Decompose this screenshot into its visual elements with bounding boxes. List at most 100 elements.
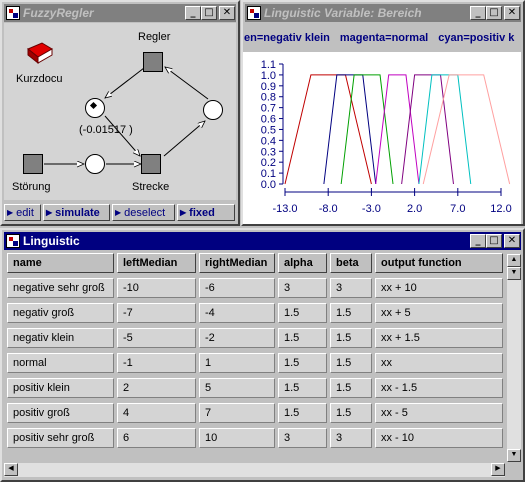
- table-cell[interactable]: -2: [199, 328, 275, 348]
- column-header-alpha[interactable]: alpha: [278, 253, 327, 273]
- column-header-rightmedian[interactable]: rightMedian: [199, 253, 275, 273]
- column-header-output-function[interactable]: output function: [375, 253, 503, 273]
- table-row[interactable]: positiv groß 4 7 1.5 1.5 xx - 5: [7, 403, 503, 423]
- feedback-circle-node[interactable]: [203, 100, 223, 120]
- edit-button[interactable]: ▶ edit: [4, 204, 41, 221]
- table-cell[interactable]: positiv groß: [7, 403, 114, 423]
- scroll-up-icon[interactable]: ▲: [507, 254, 521, 267]
- table-cell[interactable]: positiv klein: [7, 378, 114, 398]
- table-cell[interactable]: -7: [117, 303, 196, 323]
- scroll-down-icon[interactable]: ▼: [507, 267, 521, 280]
- minimize-button[interactable]: _: [470, 234, 486, 248]
- series-line: [284, 74, 372, 185]
- sum-circle-node[interactable]: [85, 154, 105, 174]
- table-cell[interactable]: 1.5: [330, 378, 372, 398]
- maximize-button[interactable]: □: [201, 6, 217, 20]
- table-cell[interactable]: xx + 10: [375, 278, 503, 298]
- maximize-button[interactable]: □: [486, 6, 502, 20]
- fuzzy-regler-window: FuzzyRegler _ □ ✕ Kurzdocu Regler (-0.01…: [0, 0, 240, 226]
- table-cell[interactable]: 3: [278, 278, 327, 298]
- regler-node[interactable]: [143, 52, 163, 72]
- close-button[interactable]: ✕: [504, 234, 520, 248]
- minimize-button[interactable]: _: [470, 6, 486, 20]
- table-cell[interactable]: 1.5: [330, 303, 372, 323]
- table-cell[interactable]: negativ groß: [7, 303, 114, 323]
- table-cell[interactable]: 10: [199, 428, 275, 448]
- table-cell[interactable]: 7: [199, 403, 275, 423]
- table-cell[interactable]: xx - 1.5: [375, 378, 503, 398]
- close-button[interactable]: ✕: [219, 6, 235, 20]
- table-cell[interactable]: 6: [117, 428, 196, 448]
- horizontal-scrollbar[interactable]: ◀ ▶: [4, 463, 505, 477]
- table-cell[interactable]: normal: [7, 353, 114, 373]
- regler-label: Regler: [138, 31, 171, 43]
- value-label: (-0.01517 ): [79, 124, 133, 136]
- scroll-down-icon[interactable]: ▼: [507, 449, 521, 462]
- table-cell[interactable]: positiv sehr groß: [7, 428, 114, 448]
- table-cell[interactable]: 1.5: [278, 303, 327, 323]
- table-row[interactable]: positiv sehr groß 6 10 3 3 xx - 10: [7, 428, 503, 448]
- maximize-button[interactable]: □: [486, 234, 502, 248]
- column-header-beta[interactable]: beta: [330, 253, 372, 273]
- x-tick-label: -13.0: [272, 203, 297, 215]
- minimize-button[interactable]: _: [185, 6, 201, 20]
- table-row[interactable]: normal -1 1 1.5 1.5 xx: [7, 353, 503, 373]
- table-cell[interactable]: xx - 5: [375, 403, 503, 423]
- table-cell[interactable]: 1.5: [330, 353, 372, 373]
- table-cell[interactable]: xx - 10: [375, 428, 503, 448]
- x-tick-label: 12.0: [490, 203, 511, 215]
- column-header-name[interactable]: name: [7, 253, 114, 273]
- deselect-button[interactable]: ▶ deselect: [112, 204, 175, 221]
- vertical-scrollbar[interactable]: ▲ ▼ ▼: [507, 254, 521, 462]
- simulate-button[interactable]: ▶ simulate: [43, 204, 110, 221]
- table-cell[interactable]: xx: [375, 353, 503, 373]
- table-row[interactable]: negativ groß -7 -4 1.5 1.5 xx + 5: [7, 303, 503, 323]
- table-cell[interactable]: 1.5: [278, 403, 327, 423]
- table-cell[interactable]: 1.5: [330, 328, 372, 348]
- app-icon: [6, 234, 20, 248]
- column-header-leftmedian[interactable]: leftMedian: [117, 253, 196, 273]
- table-cell[interactable]: 1.5: [278, 328, 327, 348]
- table-cell[interactable]: -6: [199, 278, 275, 298]
- play-icon: ▶: [180, 208, 187, 217]
- stoerung-node[interactable]: [23, 154, 43, 174]
- table-cell[interactable]: -1: [117, 353, 196, 373]
- table-cell[interactable]: -5: [117, 328, 196, 348]
- table-row[interactable]: positiv klein 2 5 1.5 1.5 xx - 1.5: [7, 378, 503, 398]
- table-cell[interactable]: 3: [278, 428, 327, 448]
- table-cell[interactable]: 2: [117, 378, 196, 398]
- y-tick-label: 0.0: [261, 179, 276, 191]
- table-cell[interactable]: 5: [199, 378, 275, 398]
- scroll-right-icon[interactable]: ▶: [491, 463, 505, 476]
- close-button[interactable]: ✕: [504, 6, 520, 20]
- app-icon: [6, 6, 20, 20]
- book-icon[interactable]: [26, 41, 54, 67]
- chart-area: 1.1 1.0 0.9 0.8 0.7 0.6 0.5 0.4 0.3 0.2 0.1 0.0 -13.…: [243, 52, 521, 224]
- scroll-left-icon[interactable]: ◀: [4, 463, 18, 476]
- table-cell[interactable]: 1.5: [278, 353, 327, 373]
- play-icon: ▶: [115, 208, 122, 217]
- table-row[interactable]: negativ klein -5 -2 1.5 1.5 xx + 1.5: [7, 328, 503, 348]
- strecke-node[interactable]: [141, 154, 161, 174]
- table-cell[interactable]: negativ klein: [7, 328, 114, 348]
- table-cell[interactable]: -4: [199, 303, 275, 323]
- fuzzy-regler-titlebar[interactable]: FuzzyRegler _ □ ✕: [4, 4, 236, 22]
- fixed-button[interactable]: ▶ fixed: [177, 204, 235, 221]
- table-cell[interactable]: 3: [330, 278, 372, 298]
- series-line: [422, 74, 511, 185]
- point-node[interactable]: [85, 98, 105, 118]
- diagram-canvas[interactable]: Kurzdocu Regler (-0.01517 ) Störung Stre…: [4, 23, 236, 200]
- membership-chart: 1.11.00.90.80.70.60.50.40.30.20.10.0-13.…: [261, 59, 512, 215]
- table-cell[interactable]: xx + 5: [375, 303, 503, 323]
- table-cell[interactable]: -10: [117, 278, 196, 298]
- table-cell[interactable]: 3: [330, 428, 372, 448]
- table-cell[interactable]: 1: [199, 353, 275, 373]
- linguistic-variable-titlebar[interactable]: Linguistic Variable: Bereich _ □ ✕: [245, 4, 521, 22]
- table-row[interactable]: negative sehr groß -10 -6 3 3 xx + 10: [7, 278, 503, 298]
- table-cell[interactable]: 1.5: [330, 403, 372, 423]
- table-cell[interactable]: negative sehr groß: [7, 278, 114, 298]
- window-title: Linguistic Variable: Bereich: [264, 6, 422, 20]
- table-cell[interactable]: 1.5: [278, 378, 327, 398]
- table-cell[interactable]: xx + 1.5: [375, 328, 503, 348]
- table-cell[interactable]: 4: [117, 403, 196, 423]
